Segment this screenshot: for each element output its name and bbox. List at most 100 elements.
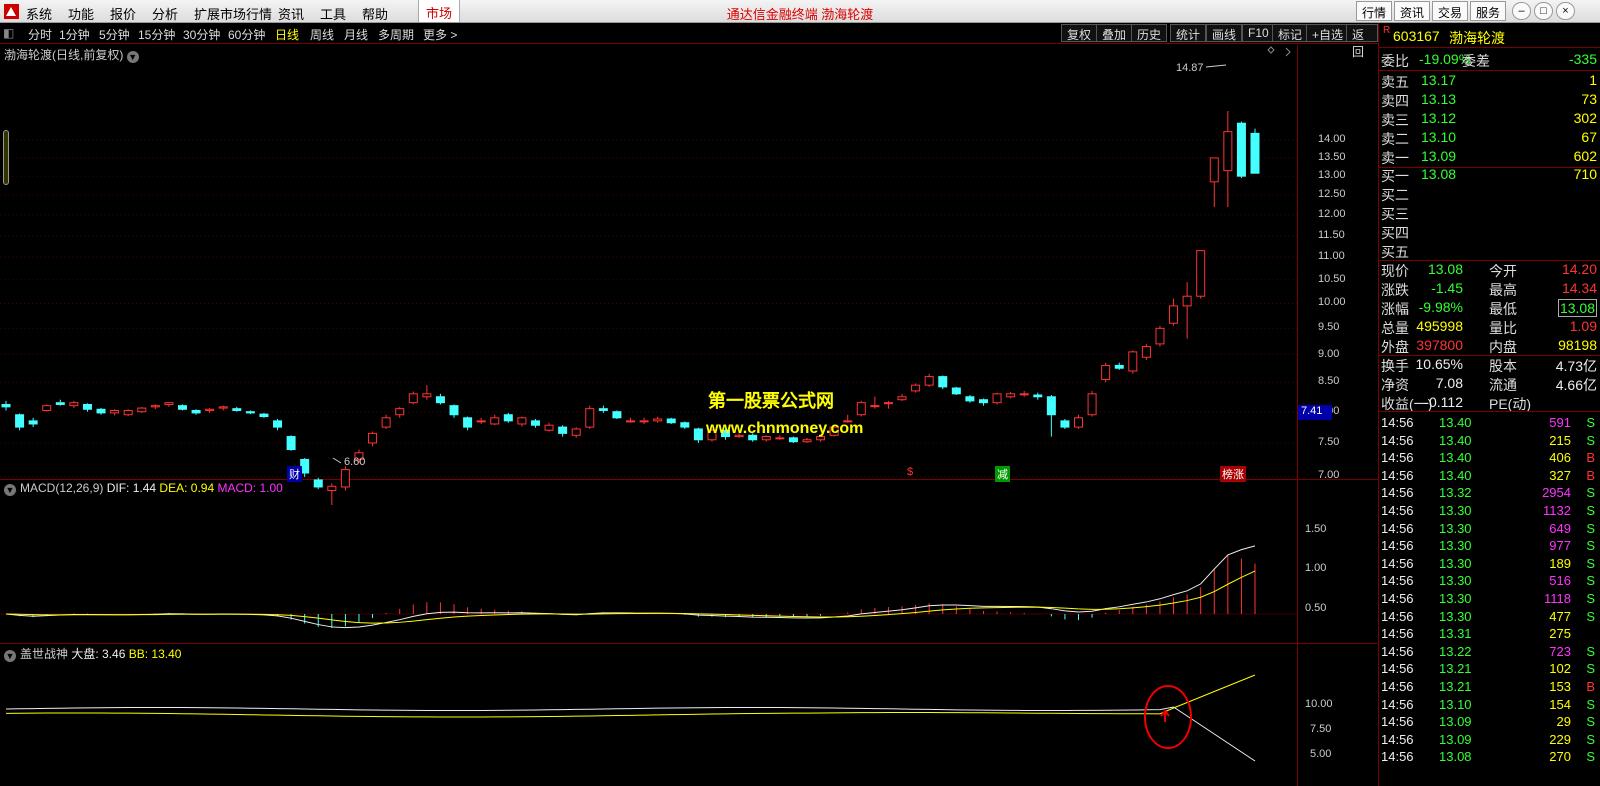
- stat-value: 4.66亿: [1555, 377, 1597, 393]
- period-15min[interactable]: 15分钟: [138, 26, 175, 43]
- candle-body: [870, 405, 880, 408]
- period-fenshi[interactable]: 分时: [28, 26, 52, 43]
- event-marker-dollar[interactable]: $: [907, 466, 913, 478]
- event-marker-cai[interactable]: 财: [287, 466, 302, 482]
- tick-row: 14:56 13.30 977 S: [1379, 538, 1600, 557]
- period-multi[interactable]: 多周期: [378, 26, 414, 43]
- candle-body: [517, 417, 527, 425]
- f10-button[interactable]: F10: [1242, 24, 1275, 42]
- candle-body: [313, 479, 323, 488]
- candle-body: [951, 387, 961, 395]
- candle-body: [1033, 394, 1043, 398]
- minimize-icon[interactable]: –: [1512, 2, 1531, 20]
- candle-body: [327, 485, 337, 492]
- stat-value: 397800: [1416, 337, 1463, 353]
- tick-time: 14:56: [1381, 555, 1414, 571]
- quote-button[interactable]: 行情: [1356, 1, 1393, 21]
- stats-button[interactable]: 统计: [1170, 24, 1207, 42]
- candle-body: [1074, 417, 1084, 428]
- tick-time: 14:56: [1381, 503, 1414, 518]
- history-button[interactable]: 历史: [1131, 24, 1168, 42]
- ask-label: 卖一: [1381, 150, 1409, 166]
- candle-body: [1196, 250, 1206, 297]
- candle-body: [1101, 364, 1111, 380]
- tick-time: 14:56: [1381, 432, 1414, 448]
- candle-body: [110, 409, 120, 414]
- candle-body: [476, 420, 486, 423]
- price-axis-label: 10.50: [1318, 272, 1346, 285]
- tick-side: S: [1586, 503, 1595, 518]
- tick-time: 14:56: [1381, 538, 1414, 554]
- period-more[interactable]: 更多 >: [423, 26, 457, 43]
- tick-volume: 275: [1549, 626, 1571, 642]
- panel-toggle-icon[interactable]: ◧: [3, 26, 14, 40]
- candle-body: [191, 409, 201, 414]
- close-icon[interactable]: ×: [1556, 2, 1575, 20]
- bid-label: 买五: [1381, 244, 1409, 260]
- tick-price: 13.09: [1439, 714, 1472, 730]
- tick-price: 13.40: [1439, 450, 1472, 466]
- maximize-icon[interactable]: □: [1534, 2, 1553, 20]
- draw-button[interactable]: 画线: [1206, 24, 1243, 42]
- ask-price: 13.10: [1421, 129, 1457, 145]
- stat-label: 涨幅: [1381, 301, 1409, 317]
- candle-body: [571, 428, 581, 436]
- tick-price: 13.30: [1439, 591, 1472, 606]
- tick-time: 14:56: [1381, 467, 1414, 483]
- candle-body: [585, 408, 595, 428]
- tick-volume: 723: [1549, 643, 1571, 659]
- candle-body: [639, 420, 649, 423]
- period-30min[interactable]: 30分钟: [183, 26, 220, 43]
- period-monthly[interactable]: 月线: [344, 26, 368, 43]
- candle-body: [598, 408, 608, 411]
- tick-row: 14:56 13.09 29 S: [1379, 714, 1600, 733]
- add-watchlist-button[interactable]: +自选: [1306, 24, 1350, 42]
- stat-label: 总量: [1381, 320, 1409, 336]
- stat-row: 换手 10.65% 股本 4.73亿: [1379, 356, 1600, 375]
- tick-row: 14:56 13.40 215 S: [1379, 433, 1600, 452]
- tick-volume: 516: [1549, 573, 1571, 589]
- period-60min[interactable]: 60分钟: [228, 26, 265, 43]
- event-marker-ranking[interactable]: 榜涨: [1220, 466, 1246, 482]
- tick-time: 14:56: [1381, 626, 1414, 642]
- candle-body: [123, 409, 133, 416]
- candle-body: [856, 402, 866, 416]
- candle-body: [1169, 305, 1179, 324]
- ask-volume: 1: [1589, 72, 1597, 88]
- service-button[interactable]: 服务: [1470, 1, 1507, 21]
- candle-body: [653, 418, 663, 422]
- fuquan-button[interactable]: 复权: [1061, 24, 1098, 42]
- tick-volume: 102: [1549, 661, 1571, 677]
- tick-price: 13.30: [1439, 520, 1472, 536]
- candle-body: [368, 432, 378, 444]
- bid-volume: 710: [1573, 166, 1597, 182]
- overlay-button[interactable]: 叠加: [1096, 24, 1133, 42]
- period-5min[interactable]: 5分钟: [99, 26, 130, 43]
- candle-body: [911, 384, 921, 392]
- tick-side: S: [1586, 555, 1595, 571]
- tick-price: 13.08: [1439, 749, 1472, 765]
- stat-label: 现价: [1381, 263, 1409, 279]
- tick-time: 14:56: [1381, 749, 1414, 765]
- candle-body: [55, 402, 65, 405]
- mark-button[interactable]: 标记: [1272, 24, 1309, 42]
- candle-body: [1060, 420, 1070, 428]
- kline-chart[interactable]: [0, 45, 1297, 786]
- period-1min[interactable]: 1分钟: [59, 26, 90, 43]
- price-axis-label: 7.00: [1318, 469, 1340, 482]
- back-button[interactable]: 返回: [1346, 24, 1378, 59]
- period-weekly[interactable]: 周线: [310, 26, 334, 43]
- news-button[interactable]: 资讯: [1394, 1, 1431, 21]
- candle-body: [449, 405, 459, 416]
- indicator-axis-label: 7.50: [1310, 723, 1332, 735]
- price-axis-label: 8.50: [1318, 375, 1340, 388]
- period-daily[interactable]: 日线: [275, 26, 299, 43]
- bid-label: 买三: [1381, 206, 1409, 222]
- bid-label: 买一: [1381, 168, 1409, 184]
- ask-label: 卖五: [1381, 74, 1409, 90]
- side-scroll-handle[interactable]: [3, 130, 9, 185]
- trade-button[interactable]: 交易: [1432, 1, 1469, 21]
- bid-row: 买五: [1379, 242, 1600, 261]
- event-marker-reduce[interactable]: 减: [995, 466, 1010, 482]
- candle-body: [177, 405, 187, 410]
